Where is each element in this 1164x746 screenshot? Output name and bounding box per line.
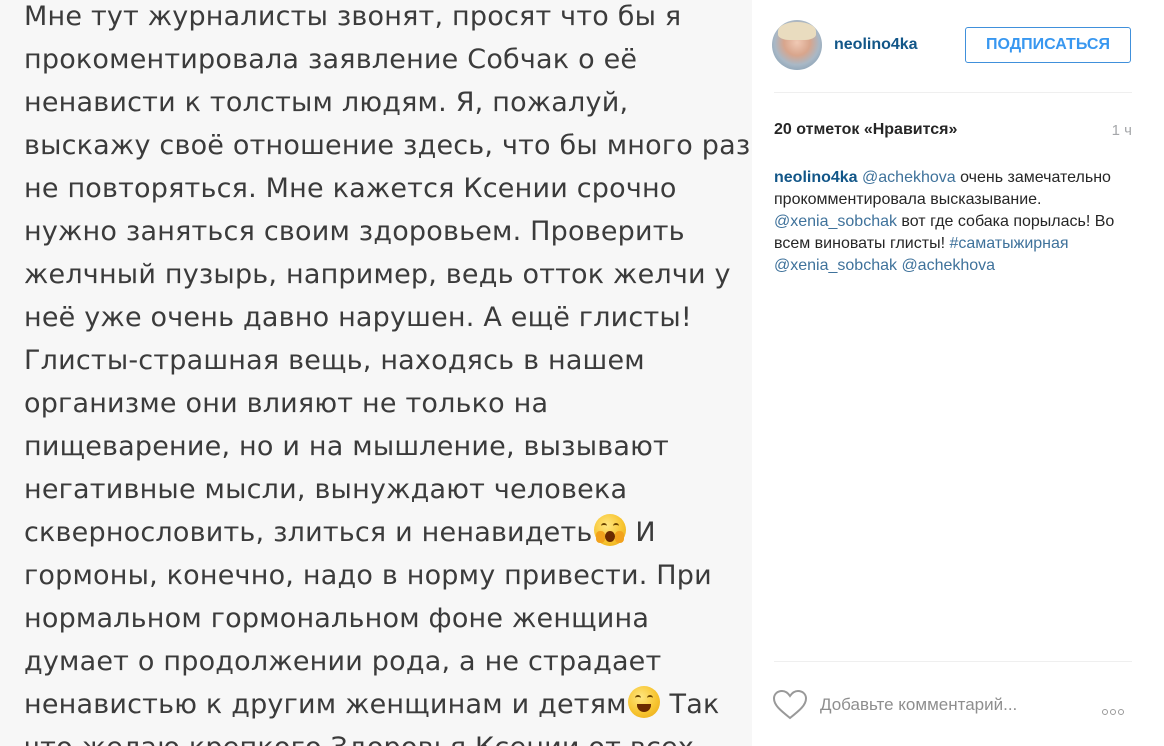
- post-image-text: Мне тут журналисты звонят, просят что бы…: [24, 0, 751, 746]
- mention-link[interactable]: @xenia_sobchak: [774, 213, 897, 230]
- image-text-line: выскажу своё отношение здесь, что бы мно…: [24, 130, 751, 161]
- follow-button[interactable]: ПОДПИСАТЬСЯ: [965, 27, 1131, 63]
- image-text-fragment: Так: [669, 689, 720, 720]
- hashtag-link[interactable]: #саматыжирная: [949, 235, 1068, 252]
- mention-link[interactable]: @achekhova: [862, 169, 956, 186]
- image-text-line: негативные мысли, вынуждают человека: [24, 474, 628, 505]
- screaming-face-emoji-icon: [593, 514, 626, 546]
- post-header: neolino4ka ПОДПИСАТЬСЯ: [752, 0, 1164, 92]
- likes-count[interactable]: 20 отметок «Нравится»: [774, 121, 957, 139]
- like-heart-icon[interactable]: [772, 689, 808, 721]
- grinning-face-emoji-icon: [627, 686, 660, 718]
- image-text-line: нормальном гормональном фоне женщина: [24, 603, 650, 634]
- username-link[interactable]: neolino4ka: [834, 36, 918, 54]
- image-text-line: что желаю крепкого Здоровья Ксении от вс…: [24, 726, 744, 746]
- image-text-line: неё уже очень давно нарушен. А ещё глист…: [24, 302, 692, 333]
- post-image: Мне тут журналисты звонят, просят что бы…: [0, 0, 752, 746]
- image-text-fragment: ненавистью к другим женщинам и детям: [24, 689, 627, 720]
- mention-link[interactable]: @achekhova: [901, 257, 995, 274]
- image-text-line: пищеварение, но и на мышление, вызывают: [24, 431, 669, 462]
- post-time[interactable]: 1 ч: [1112, 122, 1132, 139]
- image-text-line: Мне тут журналисты звонят, просят что бы…: [24, 1, 682, 32]
- image-text-line: скверносло­вить, злиться и ненавидеть И: [24, 511, 744, 554]
- image-text-line: Глисты-страшная вещь, находясь в нашем: [24, 345, 645, 376]
- image-text-line: нужно заняться своим здоровьем. Проверит…: [24, 216, 685, 247]
- image-text-line: ненавистью к другим женщинам и детям Так: [24, 683, 744, 726]
- image-text-line: гормоны, конечно, надо в норму привести.…: [24, 560, 712, 591]
- more-options-icon[interactable]: [1102, 702, 1134, 715]
- post-caption: neolino4ka @achekhova очень замечательно…: [774, 167, 1134, 277]
- image-text-line: думает о продолжении рода, а не страдает: [24, 646, 662, 677]
- image-text-line: желчный пузырь, например, ведь отток жел…: [24, 259, 731, 290]
- mention-link[interactable]: @xenia_sobchak: [774, 257, 897, 274]
- caption-author-link[interactable]: neolino4ka: [774, 169, 858, 186]
- image-text-line: ненависти к толстым людям. Я, пожалуй,: [24, 87, 629, 118]
- image-text-line: не повторяться. Мне кажется Ксении срочн…: [24, 173, 677, 204]
- image-text-fragment: скверносло­вить, злиться и ненавидеть: [24, 517, 593, 548]
- image-text-line: организме они влияют не только на: [24, 388, 549, 419]
- divider: [774, 92, 1132, 93]
- image-text-line: прокоментировала заявление Собчак о её: [24, 44, 638, 75]
- image-text-fragment: И: [635, 517, 656, 548]
- comment-input[interactable]: [820, 692, 1090, 718]
- post-sidebar: neolino4ka ПОДПИСАТЬСЯ 20 отметок «Нрави…: [752, 0, 1164, 746]
- avatar[interactable]: [772, 20, 822, 70]
- divider: [774, 661, 1132, 662]
